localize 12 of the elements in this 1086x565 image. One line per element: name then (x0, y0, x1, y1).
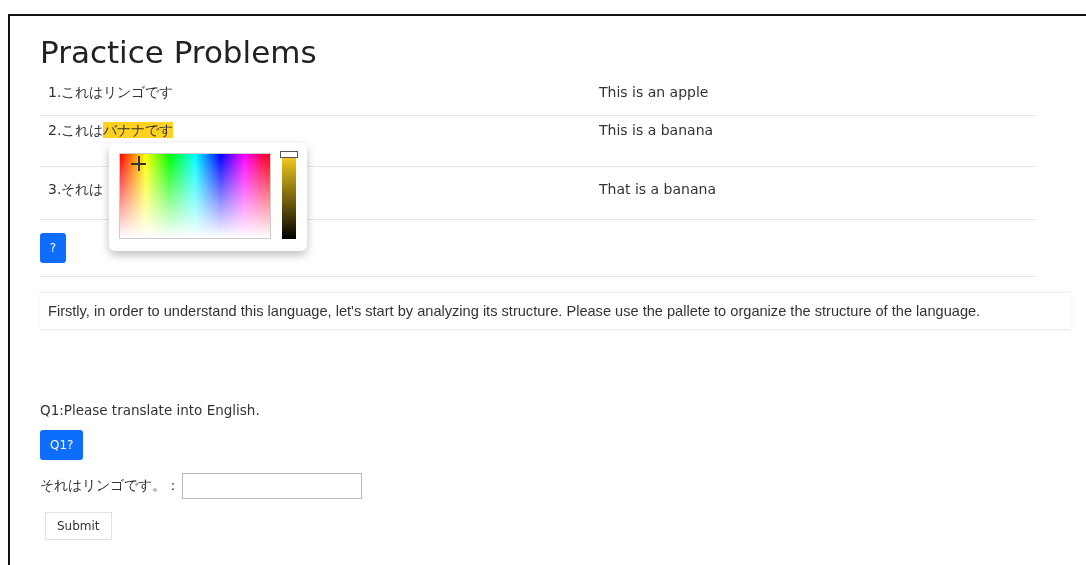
sentence-text: 1.これはリンゴです (48, 84, 174, 100)
help-button[interactable]: ? (40, 233, 66, 263)
instruction-text: Firstly, in order to understand this language, let's start by analyzing its structure. Please use the pallete to organize the structure of the language. (48, 302, 982, 321)
translation-text: This is a banana (599, 122, 714, 138)
submit-button[interactable]: Submit (45, 512, 112, 540)
translation-text: This is an apple (599, 84, 709, 100)
translation-text: That is a banana (599, 181, 716, 197)
sentence-text: 3.それは (48, 181, 104, 197)
question-text: Q1:Please translate into English. (40, 401, 261, 420)
page-title: Practice Problems (40, 33, 318, 72)
hint-button[interactable]: Q1? (40, 430, 84, 460)
answer-label: それはリンゴです。： (40, 477, 180, 495)
